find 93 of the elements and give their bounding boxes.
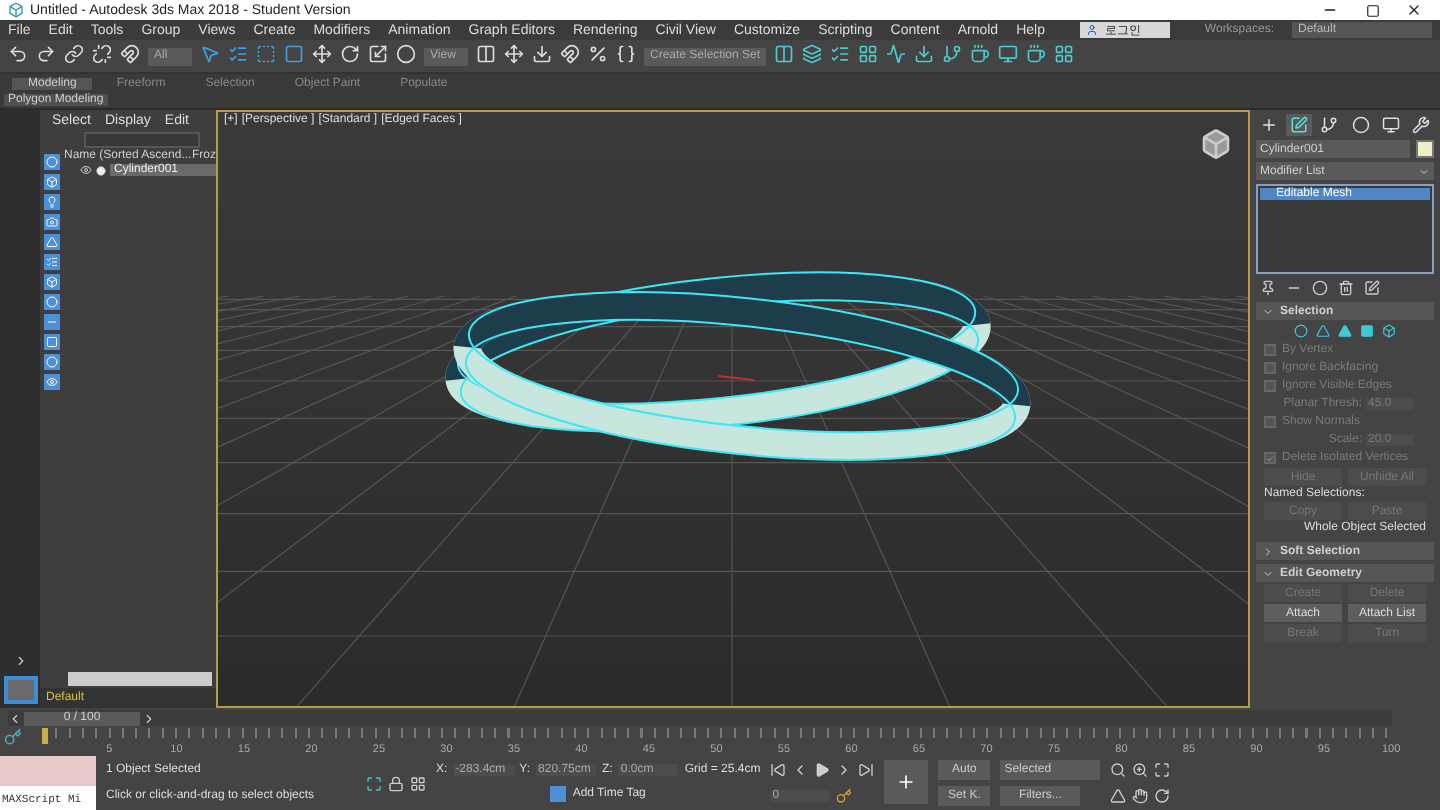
orbit-icon[interactable]	[1154, 787, 1171, 804]
columns-icon[interactable]	[476, 44, 496, 64]
horizontal-scrollbar[interactable]	[68, 672, 212, 686]
pointer-icon[interactable]	[200, 44, 220, 64]
display-filter-icon[interactable]	[44, 154, 60, 170]
modify-tab[interactable]	[1286, 114, 1313, 136]
layers-icon[interactable]	[802, 44, 823, 64]
object-dot-icon[interactable]	[96, 165, 106, 175]
move-icon[interactable]	[312, 44, 332, 64]
time-marker[interactable]	[42, 728, 48, 744]
explorer-search-field[interactable]	[84, 132, 200, 148]
view-cube-icon[interactable]	[1200, 128, 1232, 160]
branch-icon[interactable]	[942, 44, 963, 64]
undo-icon[interactable]	[8, 44, 28, 64]
display-filter-icon[interactable]	[44, 254, 60, 270]
layer-swatch[interactable]	[3, 676, 37, 704]
vertex-icon[interactable]	[1294, 324, 1308, 338]
face-icon[interactable]	[1338, 324, 1352, 338]
monitor-tab[interactable]	[1377, 114, 1404, 136]
grid-icon[interactable]	[410, 775, 426, 791]
display-filter-icon[interactable]	[44, 194, 60, 210]
maximize-icon[interactable]	[1365, 3, 1379, 17]
display-filter-icon[interactable]	[44, 274, 60, 290]
previous-frame-icon[interactable]	[8, 711, 22, 725]
unlink-icon[interactable]	[92, 44, 112, 64]
time-configuration-icon[interactable]	[836, 787, 853, 804]
magnet-icon[interactable]	[560, 44, 580, 64]
polygon-icon[interactable]	[1360, 324, 1374, 338]
key-icon[interactable]	[4, 728, 22, 746]
cup-icon[interactable]	[970, 44, 991, 64]
link-icon[interactable]	[64, 44, 84, 64]
wrench-tab[interactable]	[1407, 114, 1434, 136]
zoom-icon[interactable]	[1110, 762, 1127, 779]
monitor-icon	[1381, 116, 1400, 134]
app-logo-icon	[8, 2, 24, 18]
eye-icon[interactable]	[80, 164, 92, 176]
maxscript-listener-field[interactable]	[0, 756, 96, 786]
wrench-icon	[1411, 116, 1430, 134]
grid-icon[interactable]	[1054, 44, 1075, 64]
curve-icon[interactable]	[886, 44, 907, 64]
download-icon[interactable]	[532, 44, 552, 64]
circle-icon[interactable]	[1312, 280, 1328, 296]
display-filter-icon[interactable]	[44, 334, 60, 350]
selection-rectangle-icon[interactable]	[256, 44, 276, 64]
time-tag-icon[interactable]	[550, 786, 567, 803]
object-color-swatch[interactable]	[1416, 140, 1434, 158]
extents-icon[interactable]	[1154, 762, 1171, 779]
rotate-icon[interactable]	[340, 44, 360, 64]
display-filter-icon[interactable]	[44, 294, 60, 310]
magnet-icon[interactable]	[120, 44, 140, 64]
expand-icon[interactable]	[13, 654, 27, 668]
hierarchy-icon	[1320, 116, 1339, 134]
percent-icon[interactable]	[588, 44, 608, 64]
zoom-all-icon[interactable]	[1132, 762, 1149, 779]
scale-icon[interactable]	[368, 44, 388, 64]
grid-icon[interactable]	[858, 44, 879, 64]
field-of-view-icon[interactable]	[1110, 787, 1127, 804]
pan-icon[interactable]	[1132, 787, 1149, 804]
list-icon[interactable]	[228, 44, 248, 64]
user-icon	[1086, 24, 1099, 36]
display-filter-icon[interactable]	[44, 174, 60, 190]
element-icon[interactable]	[1382, 324, 1396, 338]
lock-icon[interactable]	[388, 775, 404, 791]
set-keys-button[interactable]	[884, 760, 929, 804]
display-filter-icon[interactable]	[44, 354, 60, 370]
circle-icon	[1351, 116, 1370, 134]
next-frame-icon[interactable]	[142, 711, 156, 725]
pin-icon[interactable]	[1260, 280, 1276, 296]
edit-icon[interactable]	[1364, 280, 1380, 296]
circle-icon[interactable]	[396, 44, 416, 64]
display-filter-icon[interactable]	[44, 234, 60, 250]
cup-icon[interactable]	[1026, 44, 1047, 64]
edge-icon[interactable]	[1316, 324, 1330, 338]
isolate-icon[interactable]	[366, 775, 382, 791]
list-icon[interactable]	[830, 44, 851, 64]
trash-icon[interactable]	[1338, 280, 1354, 296]
download-icon[interactable]	[914, 44, 935, 64]
modify-icon	[1290, 116, 1309, 134]
plus-icon	[1260, 116, 1278, 134]
circle-tab[interactable]	[1347, 114, 1374, 136]
go-to-start-icon[interactable]	[770, 762, 787, 779]
chevron-icon	[1262, 305, 1274, 317]
display-filter-icon[interactable]	[44, 214, 60, 230]
mirror-icon[interactable]	[774, 44, 795, 64]
braces-icon[interactable]	[616, 44, 636, 64]
close-icon[interactable]	[1406, 2, 1422, 18]
display-filter-icon[interactable]	[44, 374, 60, 390]
play-icon[interactable]	[814, 762, 831, 779]
redo-icon[interactable]	[36, 44, 56, 64]
square-icon[interactable]	[284, 44, 304, 64]
monitor-icon[interactable]	[998, 44, 1019, 64]
go-to-end-icon[interactable]	[858, 762, 875, 779]
move-icon[interactable]	[504, 44, 524, 64]
